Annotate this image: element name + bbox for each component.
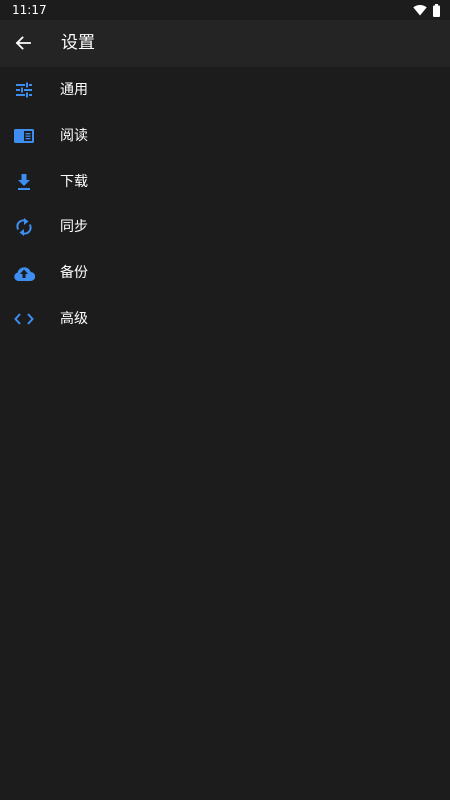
page-title: 设置 [61, 33, 95, 53]
menu-item-label: 备份 [60, 265, 88, 282]
menu-item-reading[interactable]: 阅读 [0, 113, 450, 159]
menu-item-general[interactable]: 通用 [0, 67, 450, 113]
wifi-icon [413, 4, 427, 16]
code-icon [12, 307, 36, 331]
status-bar: 11:17 [0, 0, 450, 20]
menu-item-backup[interactable]: 备份 [0, 250, 450, 296]
cloud-upload-icon [12, 261, 36, 285]
menu-item-sync[interactable]: 同步 [0, 204, 450, 250]
app-bar: 设置 [0, 20, 450, 67]
menu-item-label: 阅读 [60, 127, 88, 144]
menu-item-label: 下载 [60, 173, 88, 190]
menu-item-label: 高级 [60, 310, 88, 327]
menu-item-label: 同步 [60, 219, 88, 236]
tune-icon [12, 78, 36, 102]
back-button[interactable] [8, 28, 38, 58]
settings-menu: 通用 阅读 下载 同步 备份 高级 [0, 67, 450, 342]
menu-item-label: 通用 [60, 82, 88, 98]
arrow-back-icon [15, 35, 31, 51]
battery-icon [433, 3, 440, 17]
status-time: 11:17 [12, 3, 47, 17]
menu-item-download[interactable]: 下载 [0, 159, 450, 205]
menu-item-advanced[interactable]: 高级 [0, 296, 450, 342]
sync-icon [12, 215, 36, 239]
chrome-reader-mode-icon [12, 124, 36, 148]
status-icons [413, 3, 440, 17]
download-icon [12, 170, 36, 194]
